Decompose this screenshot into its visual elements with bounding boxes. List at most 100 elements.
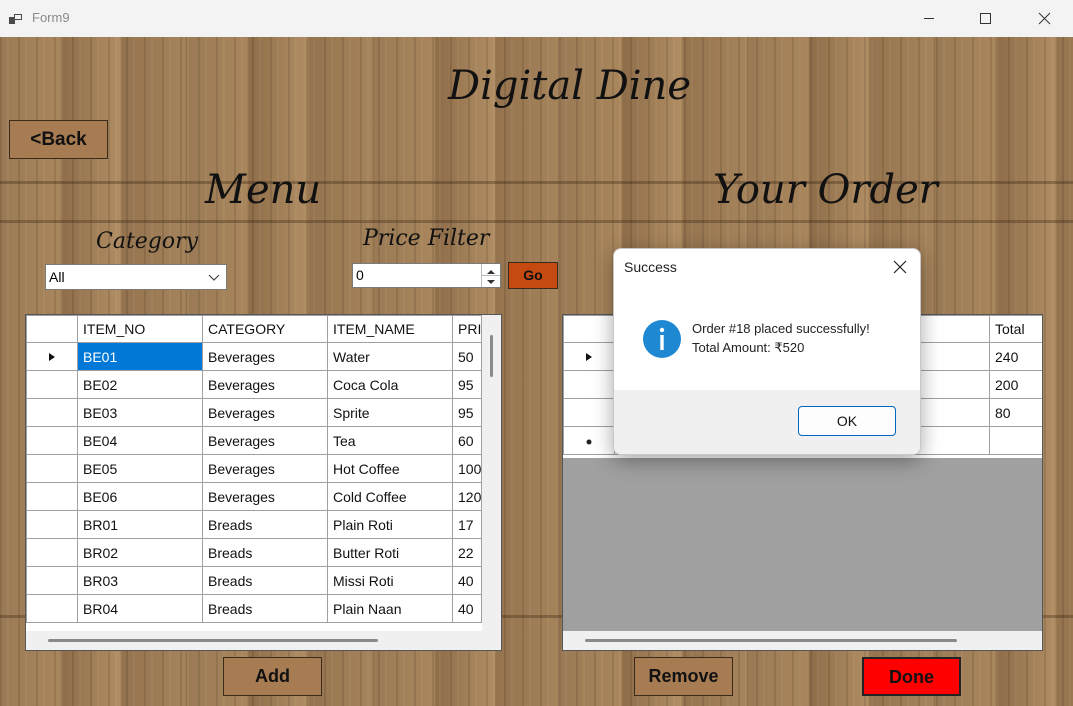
table-cell[interactable]: Breads bbox=[202, 566, 328, 595]
table-cell[interactable]: 60 bbox=[452, 426, 482, 455]
table-cell[interactable]: Breads bbox=[202, 594, 328, 623]
table-cell[interactable]: 95 bbox=[452, 370, 482, 399]
table-cell[interactable]: Sprite bbox=[327, 398, 453, 427]
table-cell[interactable]: 50 bbox=[452, 342, 482, 371]
table-cell[interactable]: Beverages bbox=[202, 454, 328, 483]
table-row[interactable]: BE04 Beverages Tea 60 bbox=[26, 426, 482, 455]
row-header[interactable] bbox=[563, 370, 615, 399]
table-cell[interactable]: BE03 bbox=[77, 398, 203, 427]
table-cell[interactable]: BE02 bbox=[77, 370, 203, 399]
column-header[interactable]: CATEGORY bbox=[202, 315, 328, 343]
current-row-arrow-icon bbox=[49, 352, 55, 361]
table-cell[interactable]: Butter Roti bbox=[327, 538, 453, 567]
table-row[interactable]: BE06 Beverages Cold Coffee 120 bbox=[26, 482, 482, 511]
table-cell[interactable]: BR01 bbox=[77, 510, 203, 539]
horizontal-scroll-thumb[interactable] bbox=[48, 639, 378, 642]
go-button[interactable]: Go bbox=[508, 262, 558, 289]
close-icon bbox=[893, 260, 907, 274]
table-cell[interactable]: BE04 bbox=[77, 426, 203, 455]
row-header[interactable] bbox=[563, 398, 615, 427]
row-header[interactable] bbox=[26, 454, 78, 483]
table-cell[interactable]: 95 bbox=[452, 398, 482, 427]
column-header[interactable]: Total bbox=[989, 315, 1042, 343]
table-cell[interactable]: Beverages bbox=[202, 426, 328, 455]
table-cell[interactable]: BR04 bbox=[77, 594, 203, 623]
dialog-message-line-1: Order #18 placed successfully! bbox=[692, 321, 870, 336]
table-row[interactable]: BE01 Beverages Water 50 bbox=[26, 342, 482, 371]
table-cell[interactable]: Tea bbox=[327, 426, 453, 455]
stepper-down-button[interactable] bbox=[481, 275, 500, 287]
remove-button[interactable]: Remove bbox=[634, 657, 733, 696]
table-cell[interactable]: Breads bbox=[202, 510, 328, 539]
menu-grid[interactable]: ITEM_NO CATEGORY ITEM_NAME PRI BE01 Beve… bbox=[25, 314, 502, 651]
table-cell[interactable]: 100 bbox=[452, 454, 482, 483]
table-cell[interactable]: 22 bbox=[452, 538, 482, 567]
vertical-scroll-thumb[interactable] bbox=[490, 335, 493, 377]
table-cell[interactable]: 120 bbox=[452, 482, 482, 511]
minimize-icon bbox=[924, 18, 934, 19]
maximize-button[interactable] bbox=[963, 0, 1009, 37]
table-row[interactable]: BR01 Breads Plain Roti 17 bbox=[26, 510, 482, 539]
price-stepper[interactable]: 0 bbox=[352, 263, 501, 288]
row-header[interactable] bbox=[26, 426, 78, 455]
table-cell[interactable]: Beverages bbox=[202, 370, 328, 399]
table-cell[interactable]: BE05 bbox=[77, 454, 203, 483]
table-cell[interactable]: Beverages bbox=[202, 482, 328, 511]
table-cell[interactable]: 40 bbox=[452, 594, 482, 623]
table-cell[interactable]: Hot Coffee bbox=[327, 454, 453, 483]
done-button[interactable]: Done bbox=[862, 657, 961, 696]
ok-button[interactable]: OK bbox=[798, 406, 896, 436]
table-cell[interactable]: 240 bbox=[989, 342, 1042, 371]
horizontal-scroll-thumb[interactable] bbox=[585, 639, 957, 642]
table-cell[interactable]: Coca Cola bbox=[327, 370, 453, 399]
table-row[interactable]: BR04 Breads Plain Naan 40 bbox=[26, 594, 482, 623]
success-dialog: Success Order #18 placed successfully! T… bbox=[613, 248, 921, 455]
column-header[interactable]: ITEM_NAME bbox=[327, 315, 453, 343]
dialog-close-button[interactable] bbox=[880, 249, 920, 285]
table-row[interactable]: BR02 Breads Butter Roti 22 bbox=[26, 538, 482, 567]
table-row[interactable]: BE05 Beverages Hot Coffee 100 bbox=[26, 454, 482, 483]
close-button[interactable] bbox=[1021, 0, 1067, 37]
row-header[interactable] bbox=[26, 566, 78, 595]
row-header[interactable] bbox=[563, 342, 615, 371]
table-cell[interactable] bbox=[989, 426, 1042, 455]
info-icon bbox=[643, 320, 681, 358]
table-cell[interactable]: Missi Roti bbox=[327, 566, 453, 595]
row-header[interactable] bbox=[26, 594, 78, 623]
row-header[interactable] bbox=[26, 538, 78, 567]
row-header[interactable] bbox=[26, 398, 78, 427]
table-cell[interactable]: BE06 bbox=[77, 482, 203, 511]
table-cell[interactable]: 80 bbox=[989, 398, 1042, 427]
back-button[interactable]: <Back bbox=[9, 120, 108, 159]
add-button[interactable]: Add bbox=[223, 657, 322, 696]
table-cell[interactable]: Beverages bbox=[202, 342, 328, 371]
table-row[interactable]: BE02 Beverages Coca Cola 95 bbox=[26, 370, 482, 399]
table-cell[interactable]: Plain Roti bbox=[327, 510, 453, 539]
table-cell[interactable]: Beverages bbox=[202, 398, 328, 427]
column-header[interactable]: PRI bbox=[452, 315, 482, 343]
column-header[interactable]: ITEM_NO bbox=[77, 315, 203, 343]
table-cell[interactable]: 40 bbox=[452, 566, 482, 595]
row-header[interactable] bbox=[26, 370, 78, 399]
table-cell[interactable]: Water bbox=[327, 342, 453, 371]
table-cell[interactable]: Breads bbox=[202, 538, 328, 567]
table-cell[interactable]: BR03 bbox=[77, 566, 203, 595]
table-cell[interactable]: Cold Coffee bbox=[327, 482, 453, 511]
row-header[interactable] bbox=[26, 482, 78, 511]
dialog-button-area: OK bbox=[614, 390, 920, 454]
category-dropdown[interactable]: All bbox=[45, 264, 227, 290]
minimize-button[interactable] bbox=[906, 0, 952, 37]
horizontal-scrollbar[interactable] bbox=[563, 631, 1042, 650]
horizontal-scrollbar[interactable] bbox=[26, 631, 501, 650]
table-cell[interactable]: 200 bbox=[989, 370, 1042, 399]
table-row[interactable]: BE03 Beverages Sprite 95 bbox=[26, 398, 482, 427]
row-header[interactable] bbox=[26, 510, 78, 539]
table-row[interactable]: BR03 Breads Missi Roti 40 bbox=[26, 566, 482, 595]
table-cell[interactable]: BE01 bbox=[77, 342, 203, 371]
row-header[interactable] bbox=[26, 342, 78, 371]
table-cell[interactable]: 17 bbox=[452, 510, 482, 539]
table-cell[interactable]: BR02 bbox=[77, 538, 203, 567]
vertical-scrollbar[interactable] bbox=[482, 315, 501, 631]
row-header[interactable] bbox=[563, 426, 615, 455]
table-cell[interactable]: Plain Naan bbox=[327, 594, 453, 623]
